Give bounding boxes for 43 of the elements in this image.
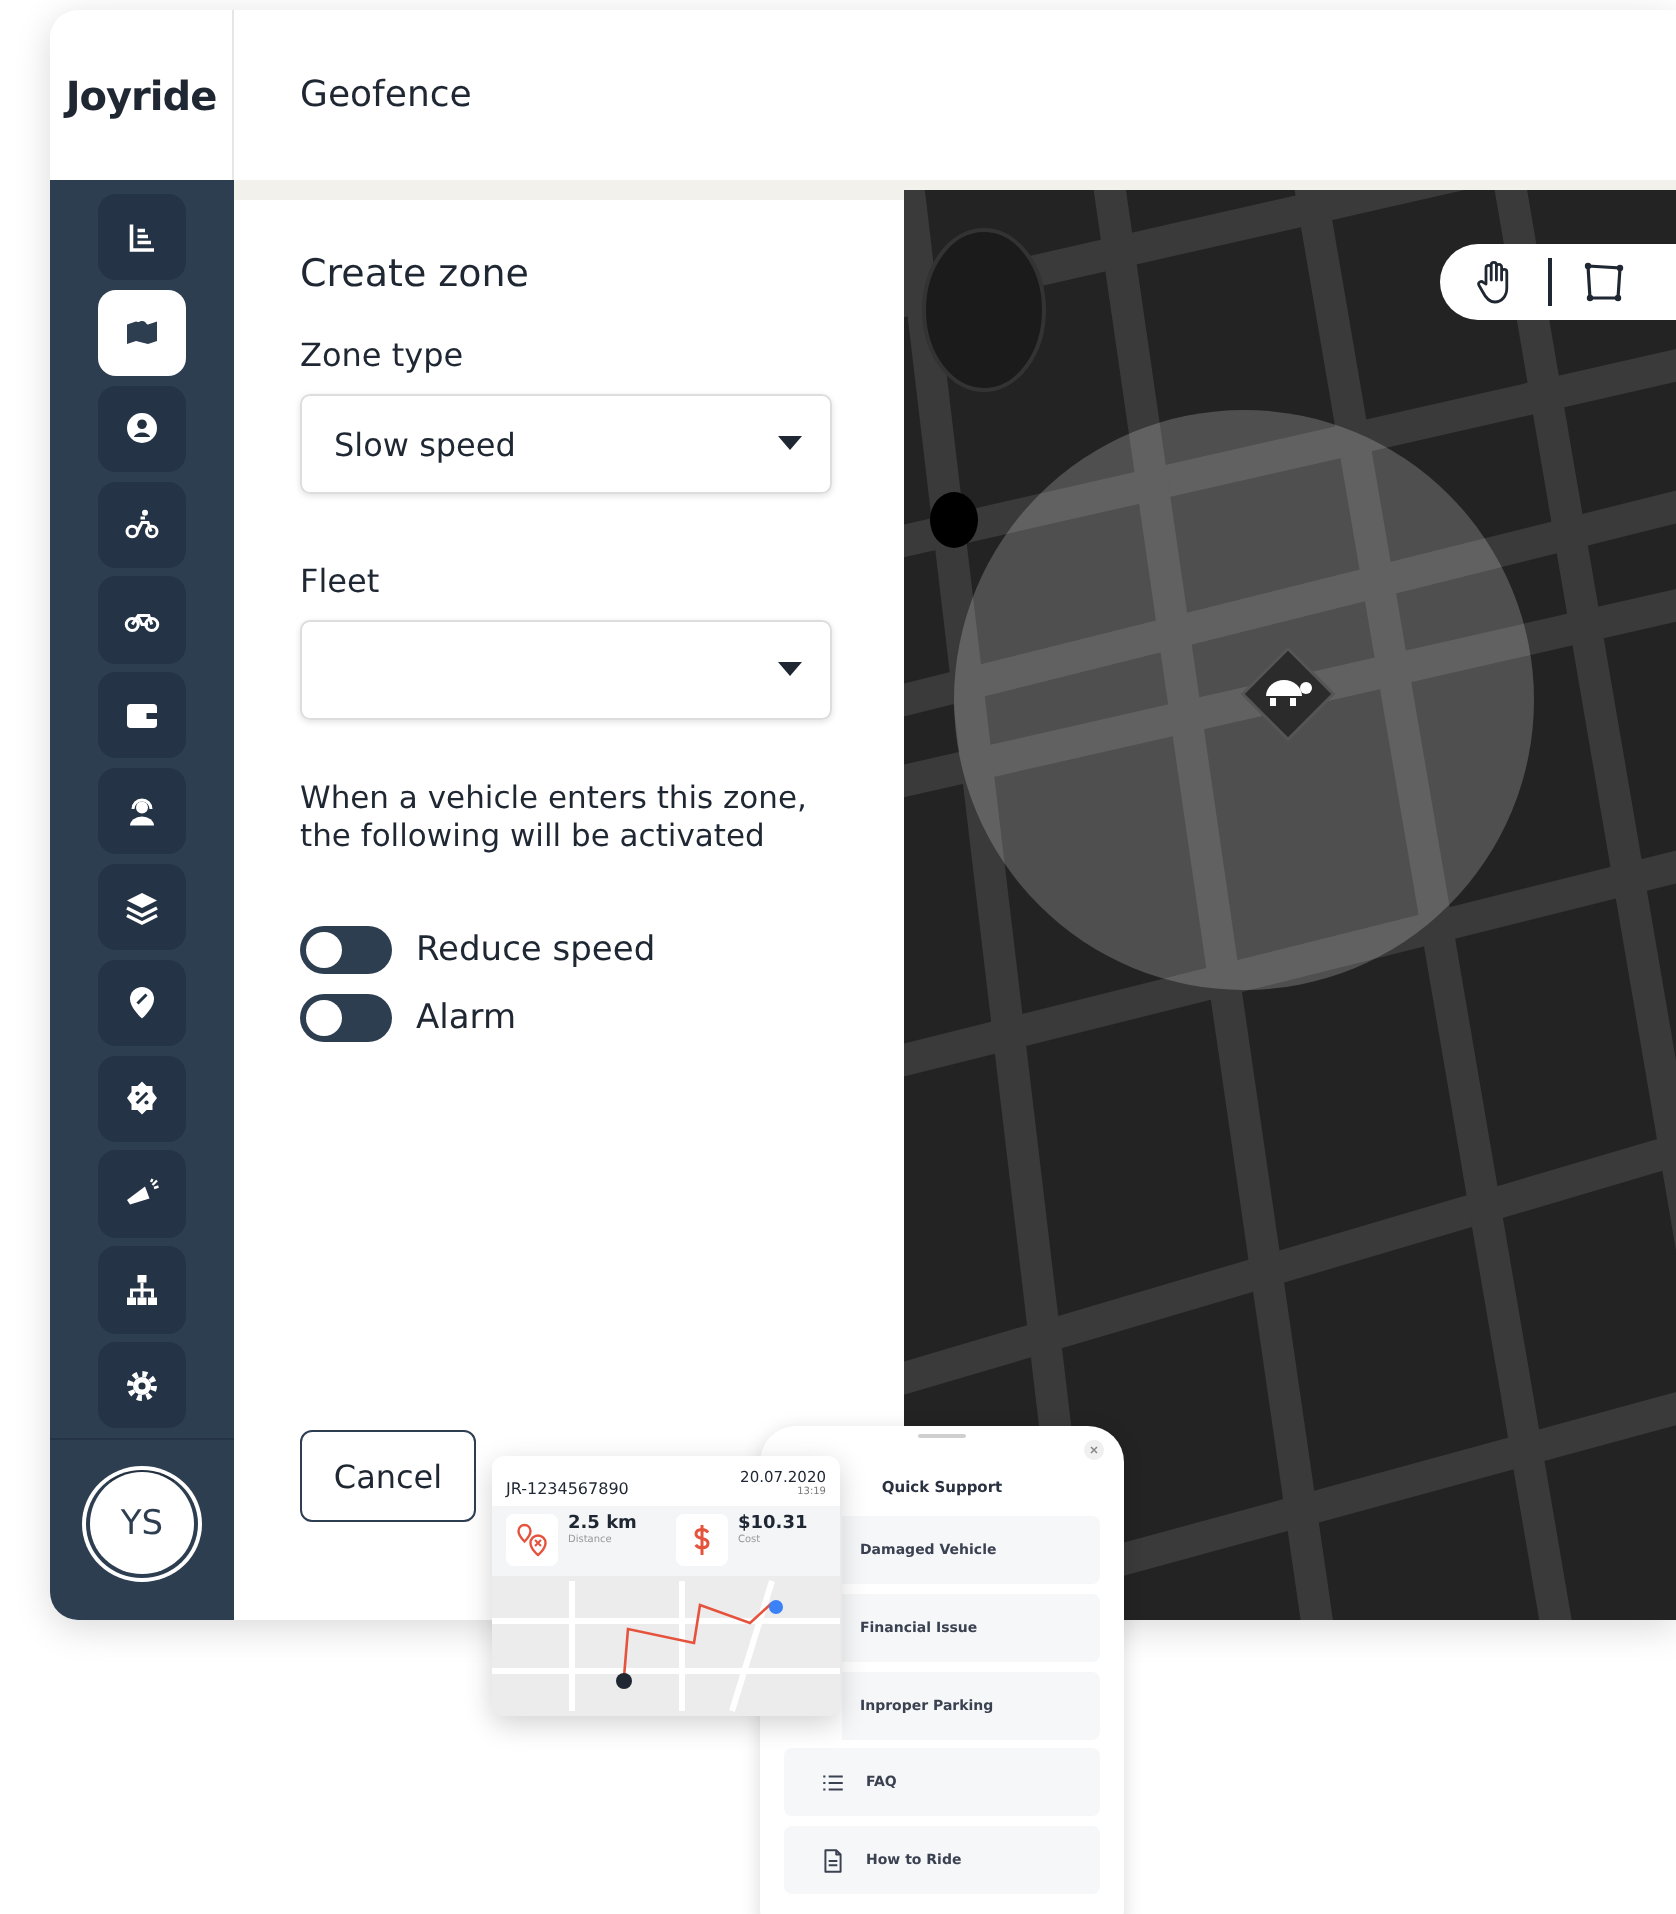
sidebar-item[interactable] bbox=[98, 385, 186, 472]
document-icon bbox=[820, 1847, 846, 1874]
sidebar-item[interactable] bbox=[98, 959, 186, 1046]
layers-icon bbox=[124, 889, 160, 926]
description-text: When a vehicle enters this zone, the following will be activated bbox=[300, 780, 809, 858]
route-pin-icon bbox=[514, 1522, 550, 1558]
location-pin-icon bbox=[124, 984, 160, 1021]
polygon-tool-icon bbox=[1579, 258, 1627, 306]
toggle-switch[interactable] bbox=[300, 993, 392, 1042]
stat-value: 2.5 km bbox=[568, 1514, 637, 1534]
sidebar-item[interactable] bbox=[98, 863, 186, 951]
form-title: Create zone bbox=[300, 252, 532, 296]
scooter-icon bbox=[124, 506, 160, 543]
headset-person-icon bbox=[124, 793, 160, 830]
discount-badge-icon bbox=[124, 1080, 160, 1117]
sidebar-item[interactable] bbox=[98, 289, 186, 377]
caret-icon bbox=[778, 436, 802, 452]
caret-icon bbox=[778, 662, 802, 678]
map-tool-button[interactable] bbox=[1579, 258, 1627, 306]
gear-icon bbox=[124, 1367, 160, 1404]
drag-handle[interactable] bbox=[918, 1434, 966, 1438]
field-label: Zone type bbox=[300, 336, 466, 374]
sidebar-item[interactable] bbox=[98, 481, 186, 568]
cancel-button[interactable]: Cancel bbox=[300, 1430, 476, 1522]
sidebar-item[interactable] bbox=[98, 672, 186, 759]
stat-value: $10.31 bbox=[738, 1514, 808, 1534]
sidebar-item[interactable] bbox=[98, 194, 186, 281]
toggle-label: Alarm bbox=[416, 997, 517, 1038]
sidebar-item[interactable] bbox=[98, 1055, 186, 1142]
user-avatar[interactable]: YS bbox=[86, 1469, 198, 1579]
field-label: Fleet bbox=[300, 562, 382, 600]
sidebar-item[interactable] bbox=[98, 1150, 186, 1238]
sidebar-item[interactable] bbox=[98, 768, 186, 855]
toggle-label: Reduce speed bbox=[416, 929, 656, 970]
chart-icon bbox=[124, 219, 160, 256]
hierarchy-icon bbox=[124, 1271, 160, 1308]
sidebar-item[interactable] bbox=[98, 1342, 186, 1429]
ride-id: JR-1234567890 bbox=[506, 1480, 629, 1498]
dropdown[interactable]: Slow speed bbox=[300, 394, 832, 494]
user-icon bbox=[124, 410, 160, 447]
sidebar-item[interactable] bbox=[98, 576, 186, 664]
toggle-switch[interactable] bbox=[300, 925, 392, 974]
sidebar-item[interactable] bbox=[98, 1246, 186, 1334]
